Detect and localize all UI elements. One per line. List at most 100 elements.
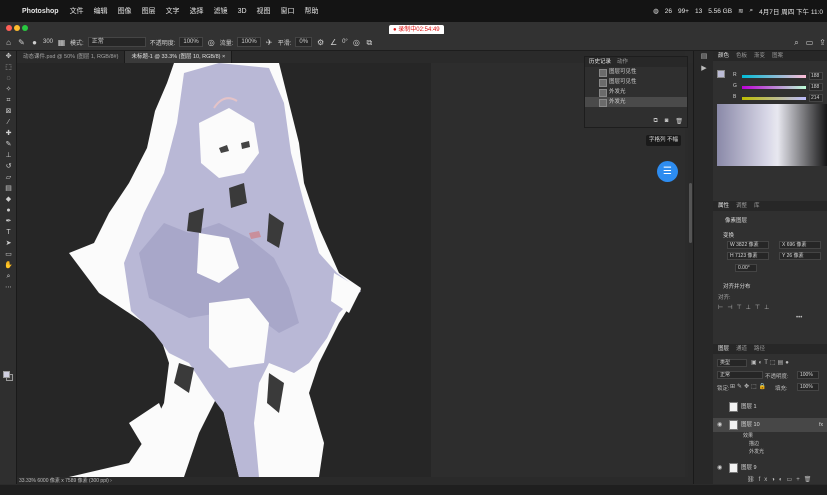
lasso-tool-icon[interactable]: ◌ xyxy=(0,73,17,84)
status-count-2[interactable]: 99+ xyxy=(678,8,689,15)
menu-edit[interactable]: 编辑 xyxy=(94,6,108,16)
dodge-tool-icon[interactable]: ● xyxy=(0,205,17,216)
tab-libraries[interactable]: 库 xyxy=(754,201,760,211)
zoom-window-button[interactable] xyxy=(22,25,28,31)
menu-file[interactable]: 文件 xyxy=(70,6,84,16)
pressure-opacity-icon[interactable]: ◎ xyxy=(207,38,216,47)
height-field[interactable]: H 7123 像素 xyxy=(727,252,769,260)
layer-name[interactable]: 图层 1 xyxy=(741,400,757,414)
smooth-field[interactable]: 0% xyxy=(295,37,313,47)
green-value[interactable]: 188 xyxy=(809,83,823,91)
color-ramp[interactable] xyxy=(717,104,827,166)
red-value[interactable]: 188 xyxy=(809,72,823,80)
menu-3d[interactable]: 3D xyxy=(238,8,247,15)
brush-settings-icon[interactable]: ▦ xyxy=(57,38,66,47)
brush-icon[interactable]: ✎ xyxy=(17,38,26,47)
menu-select[interactable]: 选择 xyxy=(190,6,204,16)
more-tools-icon[interactable]: ⋯ xyxy=(0,282,17,293)
menu-view[interactable]: 视图 xyxy=(257,6,271,16)
transform-section-title[interactable]: 变换 xyxy=(723,231,734,239)
menu-window[interactable]: 窗口 xyxy=(281,6,295,16)
search-icon[interactable]: ⌕ xyxy=(792,38,801,47)
brush-tool-icon[interactable]: ✎ xyxy=(0,139,17,150)
document-canvas[interactable] xyxy=(69,63,431,477)
opacity-field[interactable]: 100% xyxy=(179,37,203,47)
flow-field[interactable]: 100% xyxy=(237,37,261,47)
status-count-1[interactable]: 26 xyxy=(665,8,672,15)
tab-swatches[interactable]: 色板 xyxy=(736,51,747,61)
memory-readout[interactable]: 5.56 GB xyxy=(708,8,732,15)
green-slider[interactable] xyxy=(742,86,806,89)
pressure-size-icon[interactable]: ◎ xyxy=(352,38,361,47)
symmetry-icon[interactable]: ⧉ xyxy=(365,38,374,47)
scrollbar-thumb[interactable] xyxy=(689,183,692,243)
menu-layer[interactable]: 图层 xyxy=(142,6,156,16)
chat-bubble-icon[interactable]: ☰ xyxy=(657,161,678,182)
angle-icon[interactable]: ∠ xyxy=(329,38,338,47)
minimize-window-button[interactable] xyxy=(14,25,20,31)
eraser-tool-icon[interactable]: ▱ xyxy=(0,172,17,183)
tab-paths[interactable]: 路径 xyxy=(754,344,765,354)
magic-wand-tool-icon[interactable]: ✧ xyxy=(0,84,17,95)
blue-value[interactable]: 214 xyxy=(809,94,823,102)
tab-actions[interactable]: 动作 xyxy=(617,57,628,67)
close-window-button[interactable] xyxy=(6,25,12,31)
eyedropper-tool-icon[interactable]: ⁄ xyxy=(0,117,17,128)
move-tool-icon[interactable]: ✥ xyxy=(0,51,17,62)
layer-opacity-field[interactable]: 100% xyxy=(797,371,819,379)
path-select-tool-icon[interactable]: ➤ xyxy=(0,238,17,249)
eye-icon[interactable]: ◉ xyxy=(717,418,722,432)
snapshot-camera-icon[interactable]: ◙ xyxy=(665,118,669,125)
eye-icon[interactable]: ◉ xyxy=(717,461,722,475)
angle-field[interactable]: 0.00° xyxy=(735,264,757,272)
doc-tab-1[interactable]: 动态课件.psd @ 50% (图层 1, RGB/8#) xyxy=(17,51,126,63)
share-icon[interactable]: ⇪ xyxy=(818,38,827,47)
new-document-from-state-icon[interactable]: ⧉ xyxy=(653,118,657,125)
stamp-tool-icon[interactable]: ⊥ xyxy=(0,150,17,161)
trash-icon[interactable]: 🗑 xyxy=(675,118,683,125)
frame-tool-icon[interactable]: ⊠ xyxy=(0,106,17,117)
y-field[interactable]: Y 26 像素 xyxy=(779,252,821,260)
wifi-icon[interactable]: ≋ xyxy=(738,7,743,15)
layer-name[interactable]: 图层 10 xyxy=(741,418,760,432)
blend-mode-select[interactable]: 正常 xyxy=(717,371,763,379)
foreground-color-swatch[interactable] xyxy=(3,371,10,378)
pen-tool-icon[interactable]: ✒ xyxy=(0,216,17,227)
tab-color[interactable]: 颜色 xyxy=(718,51,729,61)
red-slider[interactable] xyxy=(742,75,806,78)
effect-stroke[interactable]: 描边 xyxy=(749,441,759,448)
align-buttons-icon[interactable]: ⊢⊣⊤⊥⊤⊥ xyxy=(718,304,773,311)
lock-icons[interactable]: ⊞✎✥⬚🔒 xyxy=(730,383,768,390)
tab-adjustments[interactable]: 调整 xyxy=(736,201,747,211)
tab-layers[interactable]: 图层 xyxy=(718,344,729,354)
doc-tab-2[interactable]: 未标题-1 @ 33.3% (图层 10, RGB/8) × xyxy=(125,51,233,63)
fx-icon[interactable]: fx xyxy=(819,418,823,432)
align-section-title[interactable]: 对齐并分布 xyxy=(723,282,751,290)
history-item-selected[interactable]: 外发光 xyxy=(585,97,687,107)
x-field[interactable]: X 696 像素 xyxy=(779,241,821,249)
layer-footer-icons[interactable]: ⛓fx◑◐▭+🗑 xyxy=(747,476,815,483)
tab-properties[interactable]: 属性 xyxy=(718,201,729,211)
healing-tool-icon[interactable]: ✚ xyxy=(0,128,17,139)
layer-filter-icons[interactable]: ▣◐T⬚▤● xyxy=(751,359,791,366)
zoom-tool-icon[interactable]: ⌕ xyxy=(0,271,17,282)
type-tool-icon[interactable]: T xyxy=(0,227,17,238)
mode-select[interactable]: 正常 xyxy=(87,37,146,47)
history-panel-icon[interactable]: ▤ xyxy=(694,51,714,63)
angle-field[interactable]: 0° xyxy=(342,39,348,45)
blur-tool-icon[interactable]: ◆ xyxy=(0,194,17,205)
hand-tool-icon[interactable]: ✋ xyxy=(0,260,17,271)
effects-label[interactable]: 效果 xyxy=(743,433,753,440)
history-item[interactable]: 图层可见性 xyxy=(585,67,687,77)
gradient-tool-icon[interactable]: ▤ xyxy=(0,183,17,194)
effect-outer-glow[interactable]: 外发光 xyxy=(749,449,764,456)
layer-row[interactable]: 图层 1 xyxy=(713,400,827,414)
home-icon[interactable]: ⌂ xyxy=(4,38,13,47)
app-name[interactable]: Photoshop xyxy=(22,8,59,15)
tab-history[interactable]: 历史记录 xyxy=(589,57,611,67)
layer-name[interactable]: 图层 9 xyxy=(741,461,757,475)
wechat-icon[interactable]: ◍ xyxy=(653,7,659,15)
gear-icon[interactable]: ⚙ xyxy=(316,38,325,47)
more-options-icon[interactable]: ••• xyxy=(796,315,802,321)
history-item[interactable]: 外发光 xyxy=(585,87,687,97)
